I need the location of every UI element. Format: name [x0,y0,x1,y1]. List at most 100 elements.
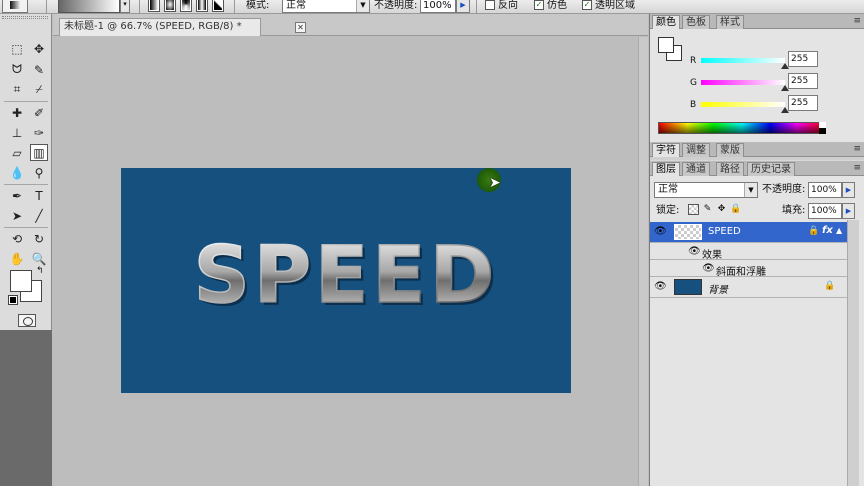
lasso-tool-icon[interactable]: ᗢ [8,61,26,78]
eye-icon[interactable]: 👁 [702,263,715,274]
linear-gradient-button[interactable] [148,0,160,12]
tab-history[interactable]: 历史记录 [747,162,795,176]
clone-stamp-tool-icon[interactable]: ⊥ [8,124,26,141]
pen-tool-icon[interactable]: ✒ [8,187,26,204]
lock-position-icon[interactable]: ✥ [716,204,727,215]
black-white-swatch[interactable] [819,122,826,134]
blend-mode-select[interactable]: 正常 ▼ [654,182,758,198]
transparency-checkbox[interactable]: ✓ [582,0,592,10]
options-bar: ▾ 模式: 正常 ▼ 不透明度: 100% ▶ 反向 ✓ 仿色 ✓ 透明区域 [0,0,864,14]
channel-b-slider[interactable] [701,102,785,107]
transparency-label: 透明区域 [595,0,635,11]
tab-color[interactable]: 颜色 [652,15,680,29]
panel-divider [650,157,864,160]
gradient-editor-swatch[interactable] [58,0,120,13]
collapse-triangle-icon[interactable]: ▲ [836,226,842,235]
reverse-checkbox[interactable] [485,0,495,10]
lock-image-pixels-icon[interactable]: ✎ [702,204,713,215]
hand-tool-icon[interactable]: ✋ [8,250,26,267]
move-tool-icon[interactable]: ✥ [30,40,48,57]
layers-panel-tabs: 图层 通道 路径 历史记录 ≡ [650,161,864,176]
document-tab[interactable]: 未标题-1 @ 66.7% (SPEED, RGB/8) * [59,18,261,36]
eye-icon[interactable]: 👁 [654,226,667,237]
right-panels: 颜色 色板 样式 ≡ R 255 G 255 B 255 字符 调整 蒙版 ≡ … [649,14,864,486]
eye-icon[interactable]: 👁 [688,246,701,257]
angle-gradient-button[interactable] [180,0,192,12]
panel-menu-icon[interactable]: ≡ [853,144,861,154]
layer-opacity-input[interactable]: 100% [808,182,842,198]
marquee-tool-icon[interactable]: ⬚ [8,40,26,57]
eraser-tool-icon[interactable]: ▱ [8,144,26,161]
zoom-tool-icon[interactable]: 🔍 [30,250,48,267]
radial-gradient-button[interactable] [164,0,176,12]
tab-adjustments[interactable]: 调整 [682,143,710,157]
panel-menu-icon[interactable]: ≡ [853,163,861,173]
layer-row-speed[interactable]: 👁 SPEED 🔒 fx ▲ [650,222,847,243]
channel-r-input[interactable]: 255 [788,51,818,67]
gradient-dropdown-button[interactable]: ▾ [120,0,130,13]
dither-label: 仿色 [547,0,567,11]
channel-g-input[interactable]: 255 [788,73,818,89]
mode-select[interactable]: 正常 ▼ [282,0,370,13]
dither-checkbox[interactable]: ✓ [534,0,544,10]
channel-g-label: G [690,78,697,88]
lock-transparent-pixels-icon[interactable] [688,204,699,215]
canvas-artwork: SPEED SPEED [193,230,497,324]
tab-character[interactable]: 字符 [652,143,680,157]
tool-preset-picker[interactable] [2,0,28,13]
dodge-tool-icon[interactable]: ⚲ [30,164,48,181]
fill-input[interactable]: 100% [808,203,842,219]
lock-all-icon[interactable]: 🔒 [730,204,741,215]
layers-scrollbar[interactable] [847,220,859,486]
color-panel-foreground[interactable] [658,37,674,53]
diamond-gradient-button[interactable] [212,0,224,12]
fx-icon[interactable]: fx [822,225,833,236]
path-selection-tool-icon[interactable]: ➤ [8,207,26,224]
brush-tool-icon[interactable]: ✐ [30,104,48,121]
fill-slider-button[interactable]: ▶ [842,203,855,219]
layer-row-background[interactable]: 👁 背景 🔒 [650,277,847,298]
quick-selection-tool-icon[interactable]: ✎ [30,61,48,78]
toolbox-grip[interactable] [2,16,48,19]
color-panel-tabs: 颜色 色板 样式 ≡ [650,14,864,29]
toolbox-separator [4,227,48,228]
crop-tool-icon[interactable]: ⌗ [8,81,26,98]
channel-g-slider[interactable] [701,80,785,85]
eye-icon[interactable]: 👁 [654,281,667,292]
tab-masks[interactable]: 蒙版 [716,143,744,157]
opacity-input[interactable]: 100% [420,0,456,13]
color-spectrum-bar[interactable] [658,122,826,134]
layers-panel: 正常 ▼ 不透明度: 100% ▶ 锁定: ✎ ✥ 🔒 填充: 100% ▶ 👁… [650,176,864,486]
type-tool-icon[interactable]: T [30,187,48,204]
default-colors-icon[interactable] [8,295,18,305]
history-brush-tool-icon[interactable]: ✑ [30,124,48,141]
tab-channels[interactable]: 通道 [682,162,710,176]
close-icon[interactable]: ✕ [295,22,306,33]
foreground-color-swatch[interactable] [10,270,32,292]
layer-opacity-slider-button[interactable]: ▶ [842,182,855,198]
document-canvas[interactable]: SPEED SPEED [121,168,571,393]
3d-orbit-tool-icon[interactable]: ↻ [30,230,48,247]
opacity-slider-button[interactable]: ▶ [456,0,470,13]
tab-swatches[interactable]: 色板 [682,15,710,29]
healing-brush-tool-icon[interactable]: ✚ [8,104,26,121]
chevron-down-icon: ▼ [356,0,369,12]
reflected-gradient-button[interactable] [196,0,208,12]
tab-paths[interactable]: 路径 [716,162,744,176]
eyedropper-tool-icon[interactable]: ⌿ [30,81,48,98]
bevel-emboss-row[interactable]: 👁 斜面和浮雕 [650,260,847,278]
blur-tool-icon[interactable]: 💧 [8,164,26,181]
bevel-emboss-label: 斜面和浮雕 [716,267,766,278]
channel-b-input[interactable]: 255 [788,95,818,111]
3d-rotate-tool-icon[interactable]: ⟲ [8,230,26,247]
gradient-tool-icon[interactable]: ▥ [30,144,48,161]
quick-mask-icon[interactable] [18,314,36,327]
tab-styles[interactable]: 样式 [716,15,744,29]
line-tool-icon[interactable]: ╱ [30,207,48,224]
swap-colors-icon[interactable]: ↰ [36,266,44,276]
channel-r-slider[interactable] [701,58,785,63]
panel-menu-icon[interactable]: ≡ [853,16,861,26]
layer-effects-row[interactable]: 👁 效果 [650,243,847,261]
vertical-scrollbar[interactable] [638,37,648,486]
tab-layers[interactable]: 图层 [652,162,680,176]
